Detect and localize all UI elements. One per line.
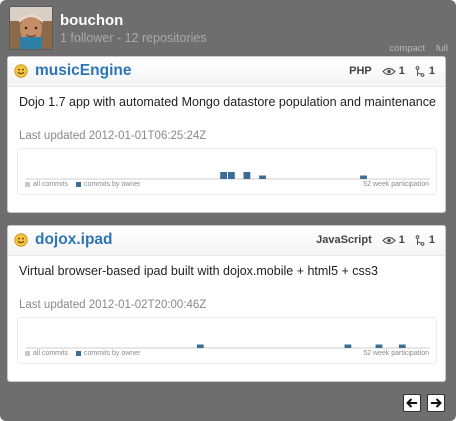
repo-description: Virtual browser-based ipad built with do… [19,264,378,278]
user-avatar[interactable] [9,6,53,50]
compact-view-link[interactable]: compact [389,43,425,54]
repo-description: Dojo 1.7 app with automated Mongo datast… [19,95,436,109]
view-toggle: compact full [381,43,448,54]
participation-bars [26,344,430,349]
repo-name-link[interactable]: musicEngine [35,62,131,80]
repo-last-updated: Last updated 2012-01-02T20:00:46Z [19,299,207,311]
participation-label: 52 week participation [363,181,429,188]
smiley-icon [14,64,28,78]
legend-swatch-all [25,182,30,187]
repo-language: PHP [349,65,372,77]
fork-icon [415,234,425,246]
username[interactable]: bouchon [60,12,123,29]
eye-icon [381,236,396,244]
repo-meta: PHP 1 1 [349,65,435,77]
graph-legend: all commits commits by owner [25,181,148,188]
arrow-left-icon [406,398,417,408]
commit-bar [228,172,235,179]
repo-card-header: musicEngine PHP 1 1 [8,57,445,87]
full-view-link[interactable]: full [436,43,448,54]
repo-last-updated: Last updated 2012-01-01T06:25:24Z [19,130,207,142]
legend-owner-commits: commits by owner [84,181,141,188]
legend-all-commits: all commits [33,350,69,357]
commit-bar [259,175,266,179]
commit-bar [220,172,227,179]
commit-bar [360,175,367,179]
user-stats: 1 follower - 12 repositories [60,31,207,45]
commit-bar [398,344,406,348]
arrow-right-icon [431,398,442,408]
participation-graph: all commits commits by owner 52 week par… [17,148,437,195]
legend-swatch-owner [76,351,82,356]
smiley-icon [14,233,28,247]
participation-graph: all commits commits by owner 52 week par… [17,317,437,364]
commit-bar [243,172,251,179]
next-page-button[interactable] [427,394,445,412]
repo-card: musicEngine PHP 1 1 Dojo 1.7 app with au… [7,56,446,213]
watchers-count[interactable]: 1 [399,234,405,246]
repo-language: JavaScript [316,234,372,246]
github-widget: bouchon 1 follower - 12 repositories com… [0,0,456,421]
participation-bars [26,172,430,180]
forks-count[interactable]: 1 [429,234,435,246]
fork-icon [415,65,425,77]
commit-bar [375,344,383,348]
repo-name-link[interactable]: dojox.ipad [35,231,113,249]
repo-card: dojox.ipad JavaScript 1 1 Virtual browse… [7,225,446,382]
graph-legend: all commits commits by owner [25,350,148,357]
repo-meta: JavaScript 1 1 [316,234,435,246]
legend-all-commits: all commits [33,181,69,188]
watchers-count[interactable]: 1 [399,65,405,77]
commit-bar [196,344,204,348]
repo-card-header: dojox.ipad JavaScript 1 1 [8,226,445,256]
participation-label: 52 week participation [363,350,429,357]
legend-owner-commits: commits by owner [84,350,141,357]
user-header: bouchon 1 follower - 12 repositories com… [0,0,456,58]
forks-count[interactable]: 1 [429,65,435,77]
legend-swatch-all [25,351,30,356]
commit-bar [344,344,352,348]
eye-icon [381,67,396,75]
legend-swatch-owner [76,182,82,187]
prev-page-button[interactable] [403,394,421,412]
